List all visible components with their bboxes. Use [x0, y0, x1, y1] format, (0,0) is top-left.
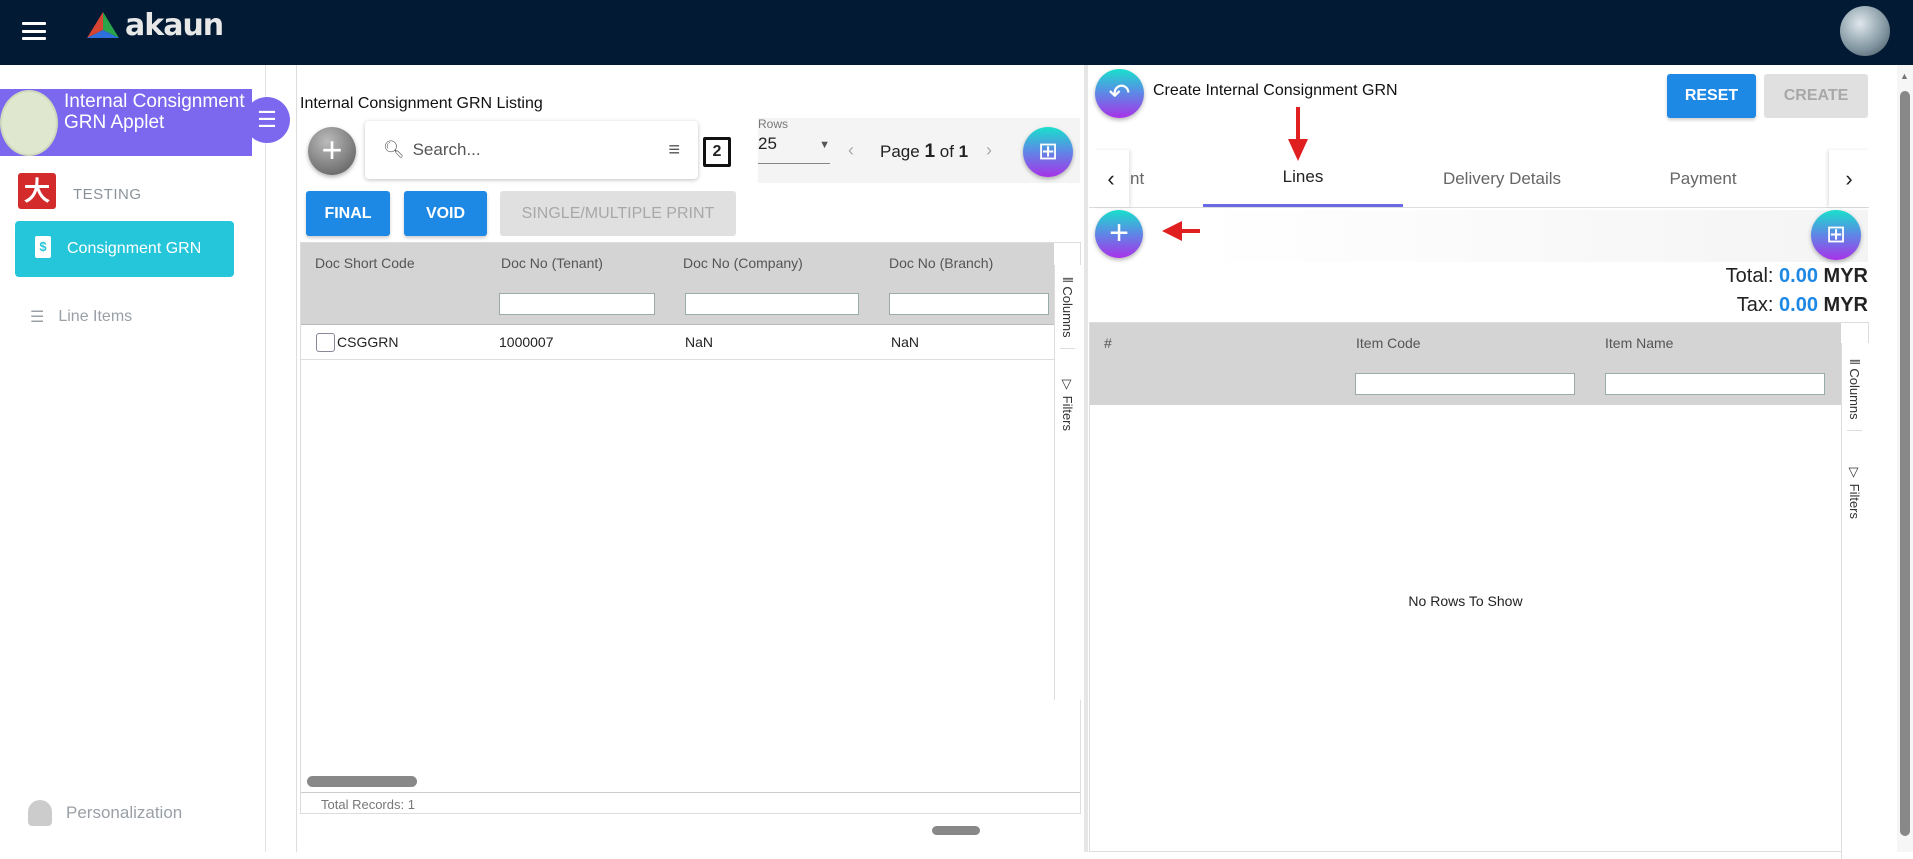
add-button[interactable]: + — [308, 127, 356, 175]
sidebar-item-line-items[interactable]: ☰ Line Items — [30, 307, 132, 327]
collapse-sidebar-icon[interactable]: ☰ — [244, 97, 290, 143]
columns-tool[interactable]: ⦀ Columns — [1060, 277, 1075, 349]
panel-divider[interactable] — [1084, 65, 1088, 852]
lines-grid: # Item Code Item Name ⦀ Columns ▽ Filter… — [1089, 322, 1869, 859]
tab-divider — [1089, 207, 1869, 208]
listing-title: Internal Consignment GRN Listing — [300, 95, 543, 112]
org-logo-icon: 大 — [18, 173, 56, 209]
copy-count-icon[interactable]: 2 — [703, 137, 731, 167]
document-dollar-icon: $ — [35, 236, 51, 258]
tab-scroll-right-icon[interactable]: › — [1829, 150, 1869, 207]
tab-partial[interactable]: nt — [1130, 150, 1150, 207]
dropdown-arrow-icon: ▼ — [819, 139, 830, 151]
filter-input[interactable] — [1605, 373, 1825, 395]
rows-select[interactable]: 25 ▼ — [758, 134, 830, 164]
filters-tool[interactable]: ▽ Filters — [1060, 377, 1075, 431]
lines-toolbar — [1200, 210, 1868, 262]
cell: 1000007 — [499, 334, 554, 350]
resize-handle[interactable] — [932, 826, 980, 835]
void-button[interactable]: VOID — [404, 191, 487, 236]
org-name: TESTING — [73, 186, 142, 203]
person-icon — [28, 800, 52, 826]
column-header[interactable]: Doc Short Code — [301, 255, 415, 271]
page-scrollbar[interactable]: ▲ — [1897, 65, 1913, 852]
form-title: Create Internal Consignment GRN — [1153, 82, 1398, 99]
filter-input[interactable] — [889, 293, 1049, 315]
table-row[interactable]: CSGGRN 1000007 NaN NaN — [301, 324, 1054, 360]
column-header[interactable]: Doc No (Tenant) — [487, 255, 603, 271]
search-icon: 🔍︎ — [383, 140, 405, 159]
back-icon[interactable]: ↶ — [1095, 69, 1144, 118]
rows-label: Rows — [758, 117, 789, 131]
scrollbar-thumb[interactable] — [1900, 91, 1910, 836]
tab-delivery-details[interactable]: Delivery Details — [1402, 150, 1602, 207]
reset-button[interactable]: RESET — [1667, 74, 1756, 118]
cell: CSGGRN — [337, 334, 399, 350]
horizontal-scrollbar[interactable] — [307, 776, 417, 787]
tax-amount: Tax: 0.00 MYR — [1736, 294, 1868, 316]
user-avatar[interactable] — [1840, 6, 1890, 56]
filter-input[interactable] — [685, 293, 859, 315]
column-header[interactable]: Item Code — [1342, 335, 1421, 351]
cell: NaN — [685, 334, 714, 350]
akaun-logo: akaun — [85, 8, 224, 43]
grid-tool-panel: ⦀ Columns ▽ Filters — [1841, 343, 1869, 859]
filter-icon[interactable]: ≡ — [668, 139, 680, 162]
divider — [296, 65, 297, 852]
tab-payment[interactable]: Payment — [1603, 150, 1803, 207]
menu-icon[interactable] — [22, 22, 46, 40]
listing-grid: Doc Short Code Doc No (Tenant) Doc No (C… — [300, 242, 1081, 814]
sidebar-personalization[interactable]: Personalization — [28, 800, 182, 826]
grid-view-icon[interactable]: ⊞ — [1023, 127, 1073, 177]
top-header: akaun — [0, 0, 1913, 65]
filters-tool[interactable]: ▽ Filters — [1847, 465, 1862, 519]
next-page-icon[interactable]: › — [986, 140, 992, 161]
red-arrow-down-icon — [1288, 107, 1308, 161]
applet-warehouse-icon — [0, 90, 58, 156]
empty-message: No Rows To Show — [1408, 593, 1523, 609]
list-icon: ☰ — [30, 309, 45, 326]
column-header[interactable]: Item Name — [1591, 335, 1673, 351]
prev-page-icon[interactable]: ‹ — [848, 140, 854, 161]
print-button[interactable]: SINGLE/MULTIPLE PRINT — [500, 191, 736, 236]
grid-header: # Item Code Item Name — [1090, 323, 1841, 405]
grid-tool-panel: ⦀ Columns ▽ Filters — [1054, 265, 1081, 700]
grid-header: Doc Short Code Doc No (Tenant) Doc No (C… — [301, 243, 1054, 324]
filter-input[interactable] — [499, 293, 655, 315]
grid-view-icon[interactable]: ⊞ — [1811, 210, 1861, 260]
final-button[interactable]: FINAL — [306, 191, 390, 236]
page-indicator: Page 1 of 1 — [880, 141, 969, 162]
total-amount: Total: 0.00 MYR — [1725, 265, 1868, 287]
columns-tool[interactable]: ⦀ Columns — [1847, 359, 1862, 431]
row-checkbox[interactable] — [316, 333, 335, 352]
column-header[interactable]: # — [1090, 335, 1112, 351]
column-header[interactable]: Doc No (Company) — [669, 255, 803, 271]
column-header[interactable]: Doc No (Branch) — [875, 255, 993, 271]
scroll-up-icon[interactable]: ▲ — [1900, 71, 1909, 81]
create-button[interactable]: CREATE — [1764, 74, 1868, 118]
filter-input[interactable] — [1355, 373, 1575, 395]
add-line-button[interactable]: + — [1095, 210, 1143, 258]
tab-scroll-left-icon[interactable]: ‹ — [1093, 150, 1129, 207]
cell: NaN — [891, 334, 920, 350]
total-records: Total Records: 1 — [301, 792, 1080, 814]
search-input[interactable]: 🔍︎ Search... ≡ — [365, 121, 698, 179]
